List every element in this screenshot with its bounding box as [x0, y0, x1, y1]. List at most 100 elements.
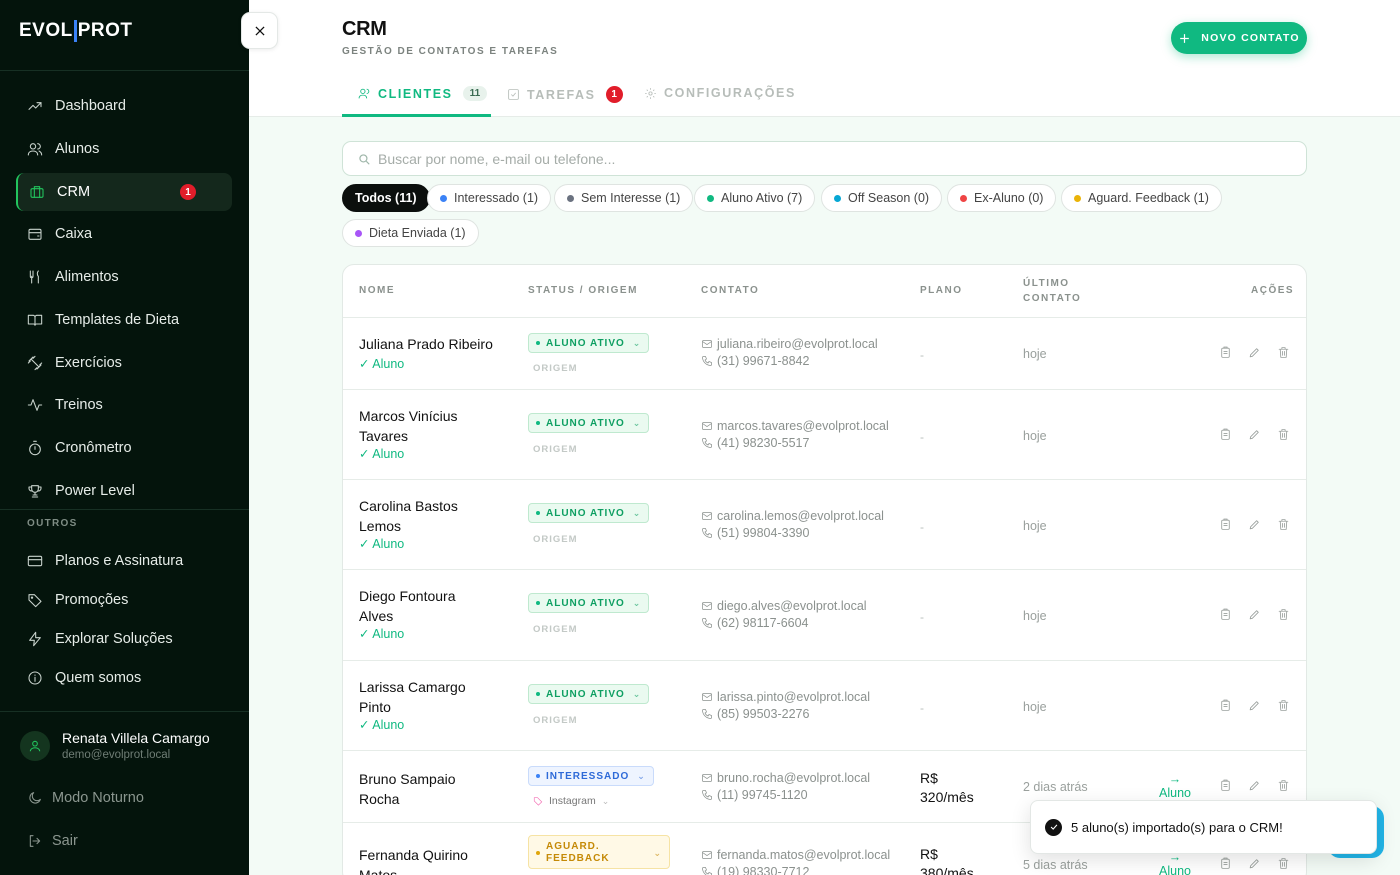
contact-name[interactable]: Bruno Sampaio Rocha	[359, 769, 456, 809]
contact-phone[interactable]: (85) 99503-2276	[701, 707, 809, 721]
filter-chip-ex-aluno[interactable]: Ex-Aluno (0)	[947, 184, 1057, 212]
column-header-nome[interactable]: NOME	[359, 285, 395, 296]
contact-name[interactable]: Marcos Vinícius Tavares	[359, 406, 458, 446]
contact-phone[interactable]: (62) 98117-6604	[701, 616, 809, 630]
tab-configuracoes[interactable]: CONFIGURAÇÕES	[644, 86, 796, 100]
sidebar-item-promocoes[interactable]: Promoções	[16, 581, 232, 619]
clipboard-button[interactable]	[1211, 857, 1240, 870]
origin-dropdown[interactable]: ORIGEM	[533, 624, 578, 635]
contact-email[interactable]: bruno.rocha@evolprot.local	[701, 771, 870, 785]
logo[interactable]: EVOL PROT	[19, 20, 133, 42]
close-sidebar-button[interactable]	[241, 12, 278, 49]
status-dropdown[interactable]: ALUNO ATIVO ⌄	[528, 503, 650, 523]
contact-name[interactable]: Carolina Bastos Lemos	[359, 496, 458, 536]
delete-button[interactable]	[1269, 428, 1298, 441]
origin-dropdown[interactable]: ORIGEM	[533, 363, 578, 374]
origin-dropdown[interactable]: ORIGEM	[533, 715, 578, 726]
contact-email[interactable]: carolina.lemos@evolprot.local	[701, 509, 884, 523]
sidebar-item-quem-somos[interactable]: Quem somos	[16, 659, 232, 697]
origin-dropdown[interactable]: ORIGEM	[533, 534, 578, 545]
table-row[interactable]: Juliana Prado Ribeiro ✓ Aluno ALUNO ATIV…	[343, 317, 1306, 389]
status-dropdown[interactable]: AGUARD. FEEDBACK ⌄	[528, 835, 670, 869]
sidebar-item-explorar[interactable]: Explorar Soluções	[16, 620, 232, 658]
clipboard-button[interactable]	[1211, 699, 1240, 712]
edit-button[interactable]	[1240, 428, 1269, 441]
sidebar-item-crm[interactable]: CRM 1	[16, 173, 232, 211]
sidebar-item-power-level[interactable]: Power Level	[16, 472, 232, 510]
origin-dropdown[interactable]: Instagram ⌄	[533, 795, 609, 807]
contact-phone[interactable]: (31) 99671-8842	[701, 354, 809, 368]
status-dropdown[interactable]: ALUNO ATIVO ⌄	[528, 684, 650, 704]
edit-button[interactable]	[1240, 779, 1269, 792]
filter-chip-aluno-ativo[interactable]: Aluno Ativo (7)	[694, 184, 816, 212]
clipboard-button[interactable]	[1211, 779, 1240, 792]
edit-button[interactable]	[1240, 857, 1269, 870]
edit-button[interactable]	[1240, 608, 1269, 621]
clipboard-button[interactable]	[1211, 428, 1240, 441]
status-dropdown[interactable]: ALUNO ATIVO ⌄	[528, 593, 650, 613]
table-row[interactable]: Marcos Vinícius Tavares ✓ Aluno ALUNO ATI…	[343, 389, 1306, 479]
user-profile[interactable]: Renata Villela Camargo demo@evolprot.loc…	[20, 730, 210, 761]
contact-phone[interactable]: (19) 98330-7712	[701, 865, 809, 875]
convert-to-aluno-button[interactable]: → Aluno	[1159, 772, 1191, 800]
new-contact-button[interactable]: NOVO CONTATO	[1171, 22, 1307, 54]
status-dropdown[interactable]: INTERESSADO ⌄	[528, 766, 654, 786]
status-dropdown[interactable]: ALUNO ATIVO ⌄	[528, 413, 650, 433]
column-header-ultimo[interactable]: ÚLTIMO	[1023, 278, 1070, 289]
delete-button[interactable]	[1269, 699, 1298, 712]
status-dropdown[interactable]: ALUNO ATIVO ⌄	[528, 333, 650, 353]
edit-button[interactable]	[1240, 518, 1269, 531]
sidebar-item-planos[interactable]: Planos e Assinatura	[16, 542, 232, 580]
sidebar-item-cronometro[interactable]: Cronômetro	[16, 429, 232, 467]
sidebar-item-caixa[interactable]: Caixa	[16, 215, 232, 253]
filter-chip-sem-interesse[interactable]: Sem Interesse (1)	[554, 184, 694, 212]
contact-name[interactable]: Diego Fontoura Alves	[359, 586, 456, 626]
contact-name[interactable]: Larissa Camargo Pinto	[359, 677, 466, 717]
sidebar-item-treinos[interactable]: Treinos	[16, 386, 232, 424]
contact-name[interactable]: Juliana Prado Ribeiro	[359, 334, 493, 354]
filter-chip-interessado[interactable]: Interessado (1)	[427, 184, 552, 212]
clipboard-button[interactable]	[1211, 346, 1240, 359]
delete-button[interactable]	[1269, 608, 1298, 621]
column-header-contato[interactable]: CONTATO	[701, 285, 759, 296]
search-input[interactable]	[378, 150, 1278, 167]
column-header-plano[interactable]: PLANO	[920, 285, 963, 296]
edit-button[interactable]	[1240, 346, 1269, 359]
sidebar-item-alimentos[interactable]: Alimentos	[16, 258, 232, 296]
tab-tarefas[interactable]: TAREFAS 1	[507, 86, 623, 103]
table-row[interactable]: Carolina Bastos Lemos ✓ Aluno ALUNO ATIVO…	[343, 479, 1306, 569]
contact-name[interactable]: Fernanda Quirino Matos	[359, 845, 468, 875]
sidebar-item-templates[interactable]: Templates de Dieta	[16, 301, 232, 339]
origin-dropdown[interactable]: ORIGEM	[533, 444, 578, 455]
delete-button[interactable]	[1269, 779, 1298, 792]
contact-phone[interactable]: (41) 98230-5517	[701, 436, 809, 450]
edit-button[interactable]	[1240, 699, 1269, 712]
column-header-contato-2[interactable]: CONTATO	[1023, 293, 1081, 304]
filter-chip-dieta-enviada[interactable]: Dieta Enviada (1)	[342, 219, 479, 247]
clipboard-button[interactable]	[1211, 518, 1240, 531]
sidebar-item-exercicios[interactable]: Exercícios	[16, 344, 232, 382]
table-row[interactable]: Larissa Camargo Pinto ✓ Aluno ALUNO ATIVO…	[343, 660, 1306, 750]
filter-chip-aguard-feedback[interactable]: Aguard. Feedback (1)	[1061, 184, 1222, 212]
contact-phone[interactable]: (51) 99804-3390	[701, 526, 809, 540]
clipboard-button[interactable]	[1211, 608, 1240, 621]
table-row[interactable]: Diego Fontoura Alves ✓ Aluno ALUNO ATIVO ⌄…	[343, 569, 1306, 660]
delete-button[interactable]	[1269, 346, 1298, 359]
column-header-status[interactable]: STATUS / ORIGEM	[528, 285, 638, 296]
contact-email[interactable]: fernanda.matos@evolprot.local	[701, 848, 890, 862]
contact-email[interactable]: juliana.ribeiro@evolprot.local	[701, 337, 878, 351]
filter-chip-off-season[interactable]: Off Season (0)	[821, 184, 943, 212]
contact-phone[interactable]: (11) 99745-1120	[701, 788, 808, 802]
contact-email[interactable]: diego.alves@evolprot.local	[701, 599, 867, 613]
delete-button[interactable]	[1269, 857, 1298, 870]
dark-mode-toggle[interactable]: Modo Noturno	[27, 790, 144, 806]
sidebar-item-alunos[interactable]: Alunos	[16, 130, 232, 168]
contact-email[interactable]: larissa.pinto@evolprot.local	[701, 690, 870, 704]
filter-chip-todos[interactable]: Todos (11)	[342, 184, 430, 212]
tab-clientes[interactable]: CLIENTES 11	[358, 86, 488, 101]
logout-button[interactable]: Sair	[27, 833, 78, 849]
sidebar-item-dashboard[interactable]: Dashboard	[16, 87, 232, 125]
delete-button[interactable]	[1269, 518, 1298, 531]
plan-value: R$ 320/mês	[920, 770, 974, 805]
contact-email[interactable]: marcos.tavares@evolprot.local	[701, 419, 889, 433]
